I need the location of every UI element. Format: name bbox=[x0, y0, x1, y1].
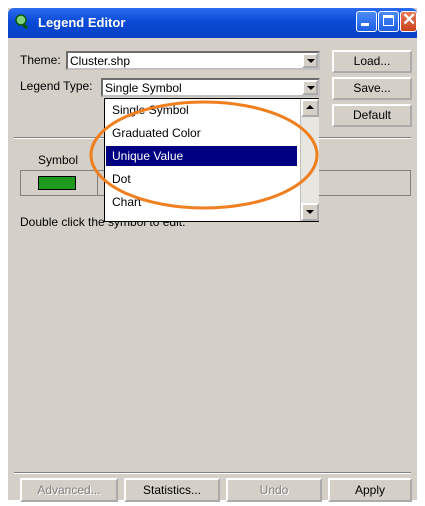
advanced-button[interactable]: Advanced... bbox=[20, 478, 118, 502]
statistics-button[interactable]: Statistics... bbox=[124, 478, 220, 502]
bottom-separator bbox=[14, 472, 411, 474]
apply-button[interactable]: Apply bbox=[328, 478, 412, 502]
undo-button[interactable]: Undo bbox=[226, 478, 322, 502]
annotation-ellipse bbox=[89, 100, 319, 210]
